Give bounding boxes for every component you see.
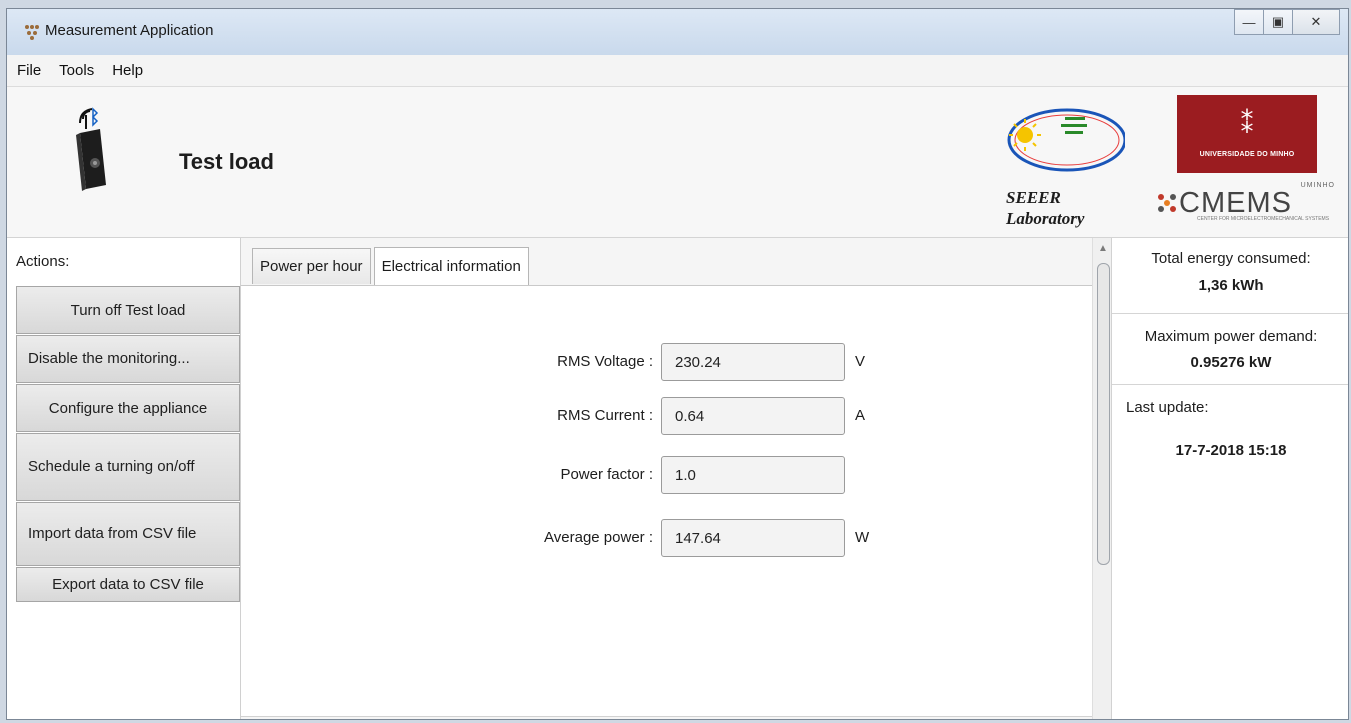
uminho-symbol-icon: ⁑ [1240, 109, 1254, 139]
import-csv-button[interactable]: Import data from CSV file [16, 502, 240, 566]
cmems-uminho: UMINHO [1300, 182, 1335, 189]
electrical-info-panel: RMS Voltage : 230.24 V RMS Current : 0.6… [241, 285, 1093, 717]
demand-block: Maximum power demand: 0.95276 kW [1112, 314, 1348, 385]
rms-voltage-field[interactable]: 230.24 [661, 343, 845, 381]
close-button[interactable]: ✕ [1293, 9, 1340, 35]
demand-label: Maximum power demand: [1144, 328, 1318, 345]
minimize-button[interactable]: — [1234, 9, 1264, 35]
window-title: Measurement Application [45, 22, 214, 39]
scroll-thumb[interactable] [1097, 263, 1110, 565]
maximize-button[interactable]: ▣ [1264, 9, 1293, 35]
average-power-row: Average power : 147.64 W [241, 519, 941, 559]
menu-bar: File Tools Help [7, 55, 1348, 87]
energy-value: 1,36 kWh [1198, 277, 1264, 294]
seeer-line2: Laboratory [1006, 209, 1085, 228]
seeer-line1: SEEER [1006, 188, 1061, 207]
tab-strip: Power per hour Electrical information [252, 247, 532, 286]
demand-value: 0.95276 kW [1190, 354, 1272, 371]
average-power-unit: W [855, 529, 870, 546]
disable-monitoring-button[interactable]: Disable the monitoring... [16, 335, 240, 383]
header: Test load SEEER Laboratory ⁑ UNIVERSIDAD… [7, 87, 1348, 238]
app-icon [25, 25, 39, 40]
menu-file[interactable]: File [17, 62, 41, 79]
tab-power-per-hour[interactable]: Power per hour [252, 248, 371, 284]
rms-voltage-unit: V [855, 353, 866, 370]
rms-voltage-row: RMS Voltage : 230.24 V [241, 343, 941, 383]
title-bar: Measurement Application — ▣ ✕ [7, 9, 1348, 56]
window-controls: — ▣ ✕ [1234, 9, 1340, 37]
rms-current-unit: A [855, 407, 866, 424]
rms-voltage-label: RMS Voltage : [557, 353, 653, 370]
vertical-scrollbar[interactable]: ▲ [1092, 238, 1112, 719]
page-title: Test load [179, 149, 274, 174]
schedule-button[interactable]: Schedule a turning on/off [16, 433, 240, 501]
update-value: 17-7-2018 15:18 [1175, 442, 1287, 459]
cmems-icon [1158, 194, 1176, 212]
main-content: Power per hour Electrical information RM… [241, 238, 1112, 719]
tab-electrical-information[interactable]: Electrical information [373, 247, 529, 285]
menu-tools[interactable]: Tools [59, 62, 94, 79]
average-power-label: Average power : [544, 529, 653, 546]
rms-current-row: RMS Current : 0.64 A [241, 397, 941, 437]
configure-appliance-button[interactable]: Configure the appliance [16, 384, 240, 432]
menu-help[interactable]: Help [112, 62, 143, 79]
seeer-lab-name: SEEER Laboratory [1006, 187, 1116, 229]
power-factor-row: Power factor : 1.0 [241, 456, 941, 496]
cmems-tagline: CENTER FOR MICROELECTROMECHANICAL SYSTEM… [1197, 216, 1330, 222]
cmems-logo: CMEMS UMINHO CENTER FOR MICROELECTROMECH… [1155, 179, 1343, 229]
average-power-field[interactable]: 147.64 [661, 519, 845, 557]
device-icon [76, 107, 106, 191]
rms-current-label: RMS Current : [557, 407, 653, 424]
power-factor-field[interactable]: 1.0 [661, 456, 845, 494]
power-factor-label: Power factor : [560, 466, 653, 483]
actions-sidebar: Actions: Turn off Test load Disable the … [7, 238, 241, 719]
energy-block: Total energy consumed: 1,36 kWh [1112, 238, 1348, 314]
uminho-logo: ⁑ UNIVERSIDADE DO MINHO [1177, 95, 1317, 173]
scroll-up-icon[interactable]: ▲ [1098, 243, 1108, 254]
export-csv-button[interactable]: Export data to CSV file [16, 567, 240, 602]
energy-label: Total energy consumed: [1151, 250, 1311, 267]
actions-label: Actions: [16, 253, 70, 270]
summary-panel: Total energy consumed: 1,36 kWh Maximum … [1111, 238, 1348, 719]
rms-current-field[interactable]: 0.64 [661, 397, 845, 435]
seeer-logo [1007, 108, 1125, 172]
app-window: Measurement Application — ▣ ✕ File Tools… [6, 8, 1349, 720]
update-label: Last update: [1126, 399, 1209, 416]
update-block: Last update: 17-7-2018 15:18 [1112, 385, 1348, 719]
turn-off-button[interactable]: Turn off Test load [16, 286, 240, 334]
uminho-text: UNIVERSIDADE DO MINHO [1199, 151, 1295, 158]
